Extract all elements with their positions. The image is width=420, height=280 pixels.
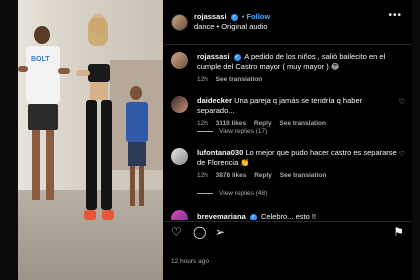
author-username[interactable]: rojassasi	[194, 12, 227, 21]
dancer-boy	[122, 86, 156, 216]
bookmark-icon[interactable]: ⚑	[393, 225, 404, 239]
post-panel: rojassasi ✓ • Follow dance • Original au…	[163, 0, 412, 280]
comment-time: 12h	[197, 120, 208, 127]
caption: rojassasi ✓ A pedido de los niños , sali…	[171, 52, 407, 88]
comment-username[interactable]: daidecker	[197, 96, 232, 105]
action-bar: ♡ ◯ ➢ ⚑	[163, 221, 412, 241]
heart-icon[interactable]: ♡	[171, 225, 182, 239]
see-translation-link[interactable]: See translation	[279, 120, 326, 127]
more-icon[interactable]: •••	[388, 10, 402, 21]
comment-time: 12h	[197, 172, 208, 179]
audio-subtitle[interactable]: dance • Original audio	[194, 22, 270, 32]
author-avatar[interactable]	[171, 13, 188, 31]
reel-video[interactable]: BOLT	[18, 0, 163, 280]
comment-username[interactable]: brevemariana	[197, 212, 246, 220]
heart-icon[interactable]: ♡	[399, 150, 405, 160]
comments-list: rojassasi ✓ A pedido de los niños , sali…	[163, 50, 412, 220]
dancer-woman	[74, 14, 124, 234]
commenter-avatar[interactable]	[171, 148, 188, 165]
reply-button[interactable]: Reply	[254, 120, 272, 127]
verified-icon: ✓	[249, 213, 257, 220]
see-translation-link[interactable]: See translation	[216, 76, 263, 83]
see-translation-link[interactable]: See translation	[280, 172, 327, 179]
right-nav-strip	[412, 0, 420, 280]
reply-button[interactable]: Reply	[254, 172, 272, 179]
view-replies-link[interactable]: View replies (17)	[197, 128, 267, 135]
post-header: rojassasi ✓ • Follow dance • Original au…	[163, 0, 412, 44]
comment-text: Celebro... esto !!	[260, 212, 316, 220]
verified-icon: ✓	[233, 53, 241, 61]
caption-avatar[interactable]	[171, 52, 188, 69]
post-timestamp: 12 hours ago	[171, 258, 209, 265]
commenter-avatar[interactable]	[171, 210, 188, 220]
follow-button[interactable]: Follow	[246, 12, 270, 21]
comment-likes[interactable]: 3110 likes	[216, 120, 246, 127]
header-divider	[163, 44, 412, 45]
dot-separator: •	[241, 12, 245, 21]
view-replies-link[interactable]: View replies (48)	[197, 190, 267, 197]
comment-item: lufontana030 Lo mejor que pudo hacer cas…	[171, 148, 407, 182]
comment-username[interactable]: lufontana030	[197, 148, 243, 157]
verified-icon: ✓	[230, 13, 238, 21]
comment-item: daidecker Una pareja q jamás se tendría …	[171, 96, 407, 127]
caption-username[interactable]: rojassasi	[197, 52, 230, 61]
share-icon[interactable]: ➢	[215, 225, 225, 239]
comment-icon[interactable]: ◯	[193, 225, 206, 239]
dancer-man: BOLT	[18, 26, 70, 226]
comment-item: brevemariana ✓ Celebro... esto !!	[171, 210, 407, 220]
heart-icon[interactable]: ♡	[399, 98, 405, 108]
caption-time: 12h	[197, 76, 208, 83]
left-nav-strip	[0, 0, 18, 280]
comment-likes[interactable]: 3878 likes	[216, 172, 247, 179]
commenter-avatar[interactable]	[171, 96, 188, 113]
